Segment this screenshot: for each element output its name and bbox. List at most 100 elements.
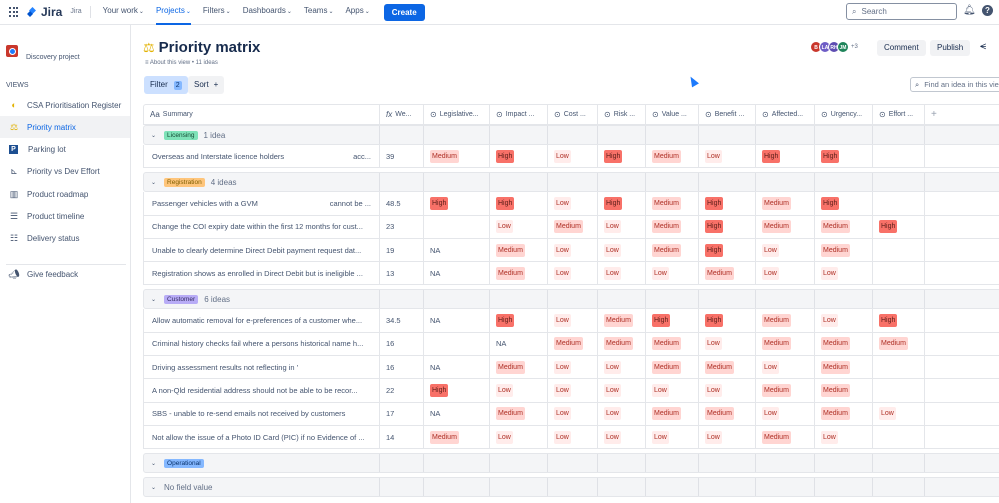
rating-cell[interactable]: Low: [598, 425, 646, 449]
summary-cell[interactable]: Criminal history checks fail where a per…: [144, 332, 380, 356]
rating-cell[interactable]: Low: [548, 356, 598, 379]
rating-cell[interactable]: High: [699, 238, 756, 262]
rating-cell[interactable]: Medium: [699, 402, 756, 425]
summary-cell[interactable]: Change the COI expiry date within the fi…: [144, 215, 380, 238]
rating-cell[interactable]: Low: [756, 356, 815, 379]
rating-cell[interactable]: Low: [548, 262, 598, 285]
table-row[interactable]: SBS - unable to re-send emails not recei…: [143, 402, 999, 426]
summary-cell[interactable]: Driving assessment results not reflectin…: [144, 356, 380, 379]
chevron-down-icon[interactable]: ⌄: [151, 179, 156, 186]
rating-cell[interactable]: Medium: [548, 332, 598, 356]
rating-cell[interactable]: Medium: [646, 215, 699, 238]
table-row[interactable]: Allow automatic removal for e-preference…: [143, 309, 999, 333]
column-header-effort[interactable]: ⊙ Effort ...: [873, 105, 925, 124]
rating-cell[interactable]: [873, 262, 925, 285]
table-row[interactable]: Criminal history checks fail where a per…: [143, 332, 999, 357]
table-row[interactable]: Overseas and Interstate licence holders a…: [143, 145, 999, 169]
rating-cell[interactable]: Medium: [699, 262, 756, 285]
rating-cell[interactable]: Low: [699, 379, 756, 402]
idea-summary[interactable]: Registration shows as enrolled in Direct…: [152, 269, 363, 278]
group-header-licensing[interactable]: ⌄ Licensing 1 idea: [143, 125, 999, 145]
chevron-down-icon[interactable]: ⌄: [151, 296, 156, 303]
rating-cell[interactable]: Medium: [815, 332, 873, 356]
group-header-no-field-value[interactable]: ⌄ No field value: [143, 477, 999, 498]
rating-cell[interactable]: High: [598, 192, 646, 215]
summary-cell[interactable]: SBS - unable to re-send emails not recei…: [144, 402, 380, 425]
rating-cell[interactable]: High: [490, 192, 548, 215]
rating-cell[interactable]: Low: [490, 425, 548, 449]
rating-cell[interactable]: Medium: [548, 215, 598, 238]
find-idea-input[interactable]: ⌕ Find an idea in this view: [910, 77, 999, 92]
idea-summary[interactable]: Change the COI expiry date within the fi…: [152, 222, 363, 231]
nav-apps[interactable]: Apps⌄: [339, 0, 375, 25]
rating-cell[interactable]: High: [699, 309, 756, 332]
rating-cell[interactable]: Low: [598, 356, 646, 379]
rating-cell[interactable]: Low: [873, 402, 925, 425]
sidebar-item-csa-prioritisation-register[interactable]: ◐ CSA Prioritisation Register: [0, 94, 130, 116]
rating-cell[interactable]: High: [815, 145, 873, 168]
rating-cell[interactable]: Low: [756, 262, 815, 285]
rating-cell[interactable]: Medium: [756, 192, 815, 215]
rating-cell[interactable]: Medium: [756, 309, 815, 332]
chevron-down-icon[interactable]: ⌄: [151, 132, 156, 139]
chevron-down-icon[interactable]: ⌄: [151, 460, 156, 467]
rating-cell[interactable]: Medium: [490, 402, 548, 425]
rating-cell[interactable]: NA: [490, 332, 548, 356]
rating-cell[interactable]: Medium: [699, 356, 756, 379]
rating-cell[interactable]: Low: [548, 425, 598, 449]
rating-cell[interactable]: Medium: [815, 215, 873, 238]
table-row[interactable]: Not allow the issue of a Photo ID Card (…: [143, 425, 999, 450]
notifications-bell-icon[interactable]: 🔔︎: [963, 5, 976, 16]
rating-cell[interactable]: Low: [699, 145, 756, 168]
rating-cell[interactable]: NA: [424, 309, 490, 332]
idea-summary[interactable]: Criminal history checks fail where a per…: [152, 339, 363, 348]
rating-cell[interactable]: Low: [646, 379, 699, 402]
sidebar-item-parking-lot[interactable]: P Parking lot: [0, 139, 130, 161]
rating-cell[interactable]: Low: [646, 425, 699, 449]
rating-cell[interactable]: Medium: [873, 332, 925, 356]
rating-cell[interactable]: NA: [424, 356, 490, 379]
share-icon[interactable]: ⪪: [980, 40, 986, 53]
table-row[interactable]: A non-Qld residential address should not…: [143, 379, 999, 403]
create-button[interactable]: Create: [383, 3, 425, 21]
rating-cell[interactable]: High: [756, 145, 815, 168]
rating-cell[interactable]: Low: [598, 262, 646, 285]
rating-cell[interactable]: Medium: [756, 332, 815, 356]
group-header-operational[interactable]: ⌄ Operational: [143, 453, 999, 474]
rating-cell[interactable]: Medium: [646, 192, 699, 215]
column-header-legislative[interactable]: ⊙ Legislative...: [424, 105, 490, 124]
rating-cell[interactable]: Medium: [646, 238, 699, 262]
help-icon[interactable]: ?: [982, 5, 993, 16]
rating-cell[interactable]: Medium: [424, 145, 490, 168]
idea-summary[interactable]: Not allow the issue of a Photo ID Card (…: [152, 433, 365, 442]
rating-cell[interactable]: Low: [598, 379, 646, 402]
rating-cell[interactable]: High: [699, 215, 756, 238]
idea-summary[interactable]: Allow automatic removal for e-preference…: [152, 316, 362, 325]
table-row[interactable]: Driving assessment results not reflectin…: [143, 356, 999, 380]
rating-cell[interactable]: [873, 379, 925, 402]
column-header-urgency[interactable]: ⊙ Urgency...: [815, 105, 873, 124]
summary-cell[interactable]: Passenger vehicles with a GVM cannot be .…: [144, 192, 380, 215]
nav-teams[interactable]: Teams⌄: [298, 0, 340, 25]
table-row[interactable]: Change the COI expiry date within the fi…: [143, 215, 999, 239]
rating-cell[interactable]: Low: [548, 238, 598, 262]
sort-button[interactable]: Sort +: [188, 76, 225, 94]
group-header-registration[interactable]: ⌄ Registration 4 ideas: [143, 172, 999, 193]
rating-cell[interactable]: Medium: [815, 402, 873, 425]
add-column-button[interactable]: +: [925, 105, 999, 124]
sidebar-item-product-roadmap[interactable]: ▥ Product roadmap: [0, 183, 130, 205]
summary-cell[interactable]: Unable to clearly determine Direct Debit…: [144, 238, 380, 262]
rating-cell[interactable]: Low: [598, 215, 646, 238]
sidebar-item-delivery-status[interactable]: ☷ Delivery status: [0, 228, 130, 250]
rating-cell[interactable]: High: [646, 309, 699, 332]
table-row[interactable]: Unable to clearly determine Direct Debit…: [143, 238, 999, 263]
rating-cell[interactable]: High: [490, 309, 548, 332]
rating-cell[interactable]: High: [873, 309, 925, 332]
rating-cell[interactable]: Medium: [815, 379, 873, 402]
rating-cell[interactable]: Low: [699, 425, 756, 449]
avatar[interactable]: JM: [837, 41, 849, 53]
table-row[interactable]: Passenger vehicles with a GVM cannot be .…: [143, 192, 999, 216]
rating-cell[interactable]: High: [598, 145, 646, 168]
rating-cell[interactable]: Low: [646, 262, 699, 285]
rating-cell[interactable]: Medium: [756, 215, 815, 238]
